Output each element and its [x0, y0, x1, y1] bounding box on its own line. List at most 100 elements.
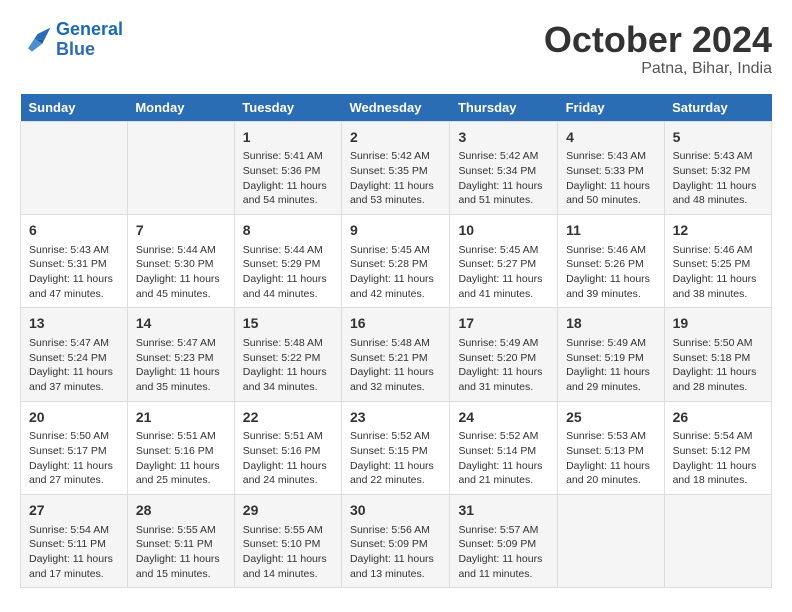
day-number: 29 — [243, 501, 333, 521]
calendar-cell: 24Sunrise: 5:52 AM Sunset: 5:14 PM Dayli… — [450, 401, 558, 494]
page-header: General Blue October 2024 Patna, Bihar, … — [20, 20, 772, 78]
day-info: Sunrise: 5:42 AM Sunset: 5:34 PM Dayligh… — [458, 149, 549, 208]
calendar-cell: 20Sunrise: 5:50 AM Sunset: 5:17 PM Dayli… — [21, 401, 128, 494]
calendar-cell: 1Sunrise: 5:41 AM Sunset: 5:36 PM Daylig… — [234, 121, 341, 214]
day-number: 14 — [136, 314, 226, 334]
weekday-header-thursday: Thursday — [450, 94, 558, 122]
day-number: 26 — [673, 408, 763, 428]
day-number: 5 — [673, 128, 763, 148]
logo: General Blue — [20, 20, 123, 60]
day-number: 18 — [566, 314, 655, 334]
day-number: 4 — [566, 128, 655, 148]
day-info: Sunrise: 5:48 AM Sunset: 5:21 PM Dayligh… — [350, 336, 442, 395]
calendar-cell — [664, 494, 771, 587]
day-info: Sunrise: 5:43 AM Sunset: 5:31 PM Dayligh… — [29, 243, 119, 302]
day-number: 10 — [458, 221, 549, 241]
weekday-header-saturday: Saturday — [664, 94, 771, 122]
month-title: October 2024 — [544, 20, 772, 60]
calendar-cell: 8Sunrise: 5:44 AM Sunset: 5:29 PM Daylig… — [234, 214, 341, 307]
calendar-table: SundayMondayTuesdayWednesdayThursdayFrid… — [20, 94, 772, 589]
calendar-body: 1Sunrise: 5:41 AM Sunset: 5:36 PM Daylig… — [21, 121, 772, 588]
calendar-cell: 6Sunrise: 5:43 AM Sunset: 5:31 PM Daylig… — [21, 214, 128, 307]
day-number: 2 — [350, 128, 442, 148]
day-info: Sunrise: 5:47 AM Sunset: 5:24 PM Dayligh… — [29, 336, 119, 395]
calendar-cell: 15Sunrise: 5:48 AM Sunset: 5:22 PM Dayli… — [234, 308, 341, 401]
day-info: Sunrise: 5:50 AM Sunset: 5:18 PM Dayligh… — [673, 336, 763, 395]
calendar-cell: 26Sunrise: 5:54 AM Sunset: 5:12 PM Dayli… — [664, 401, 771, 494]
calendar-cell: 31Sunrise: 5:57 AM Sunset: 5:09 PM Dayli… — [450, 494, 558, 587]
calendar-cell: 3Sunrise: 5:42 AM Sunset: 5:34 PM Daylig… — [450, 121, 558, 214]
calendar-cell: 25Sunrise: 5:53 AM Sunset: 5:13 PM Dayli… — [558, 401, 664, 494]
day-number: 25 — [566, 408, 655, 428]
day-number: 13 — [29, 314, 119, 334]
weekday-header-row: SundayMondayTuesdayWednesdayThursdayFrid… — [21, 94, 772, 122]
calendar-cell: 18Sunrise: 5:49 AM Sunset: 5:19 PM Dayli… — [558, 308, 664, 401]
day-number: 8 — [243, 221, 333, 241]
calendar-cell: 19Sunrise: 5:50 AM Sunset: 5:18 PM Dayli… — [664, 308, 771, 401]
day-info: Sunrise: 5:54 AM Sunset: 5:12 PM Dayligh… — [673, 429, 763, 488]
day-info: Sunrise: 5:47 AM Sunset: 5:23 PM Dayligh… — [136, 336, 226, 395]
calendar-cell: 21Sunrise: 5:51 AM Sunset: 5:16 PM Dayli… — [127, 401, 234, 494]
day-info: Sunrise: 5:43 AM Sunset: 5:33 PM Dayligh… — [566, 149, 655, 208]
day-info: Sunrise: 5:49 AM Sunset: 5:20 PM Dayligh… — [458, 336, 549, 395]
day-info: Sunrise: 5:51 AM Sunset: 5:16 PM Dayligh… — [136, 429, 226, 488]
day-info: Sunrise: 5:52 AM Sunset: 5:14 PM Dayligh… — [458, 429, 549, 488]
day-number: 21 — [136, 408, 226, 428]
day-number: 1 — [243, 128, 333, 148]
day-number: 22 — [243, 408, 333, 428]
calendar-cell: 22Sunrise: 5:51 AM Sunset: 5:16 PM Dayli… — [234, 401, 341, 494]
calendar-cell: 11Sunrise: 5:46 AM Sunset: 5:26 PM Dayli… — [558, 214, 664, 307]
week-row-1: 1Sunrise: 5:41 AM Sunset: 5:36 PM Daylig… — [21, 121, 772, 214]
day-info: Sunrise: 5:54 AM Sunset: 5:11 PM Dayligh… — [29, 523, 119, 582]
day-info: Sunrise: 5:51 AM Sunset: 5:16 PM Dayligh… — [243, 429, 333, 488]
weekday-header-wednesday: Wednesday — [341, 94, 450, 122]
day-number: 3 — [458, 128, 549, 148]
day-number: 15 — [243, 314, 333, 334]
day-info: Sunrise: 5:43 AM Sunset: 5:32 PM Dayligh… — [673, 149, 763, 208]
logo-blue: Blue — [56, 39, 95, 59]
logo-bird-icon — [20, 26, 52, 54]
day-info: Sunrise: 5:46 AM Sunset: 5:26 PM Dayligh… — [566, 243, 655, 302]
calendar-cell: 7Sunrise: 5:44 AM Sunset: 5:30 PM Daylig… — [127, 214, 234, 307]
day-info: Sunrise: 5:48 AM Sunset: 5:22 PM Dayligh… — [243, 336, 333, 395]
calendar-cell: 13Sunrise: 5:47 AM Sunset: 5:24 PM Dayli… — [21, 308, 128, 401]
calendar-cell: 2Sunrise: 5:42 AM Sunset: 5:35 PM Daylig… — [341, 121, 450, 214]
day-number: 16 — [350, 314, 442, 334]
logo-general: General — [56, 19, 123, 39]
day-info: Sunrise: 5:41 AM Sunset: 5:36 PM Dayligh… — [243, 149, 333, 208]
day-info: Sunrise: 5:45 AM Sunset: 5:27 PM Dayligh… — [458, 243, 549, 302]
day-number: 7 — [136, 221, 226, 241]
day-info: Sunrise: 5:57 AM Sunset: 5:09 PM Dayligh… — [458, 523, 549, 582]
day-number: 30 — [350, 501, 442, 521]
day-info: Sunrise: 5:46 AM Sunset: 5:25 PM Dayligh… — [673, 243, 763, 302]
day-number: 17 — [458, 314, 549, 334]
calendar-cell: 23Sunrise: 5:52 AM Sunset: 5:15 PM Dayli… — [341, 401, 450, 494]
day-number: 27 — [29, 501, 119, 521]
day-number: 19 — [673, 314, 763, 334]
calendar-cell: 9Sunrise: 5:45 AM Sunset: 5:28 PM Daylig… — [341, 214, 450, 307]
calendar-cell: 29Sunrise: 5:55 AM Sunset: 5:10 PM Dayli… — [234, 494, 341, 587]
weekday-header-friday: Friday — [558, 94, 664, 122]
day-number: 31 — [458, 501, 549, 521]
calendar-cell — [558, 494, 664, 587]
calendar-cell: 30Sunrise: 5:56 AM Sunset: 5:09 PM Dayli… — [341, 494, 450, 587]
day-number: 24 — [458, 408, 549, 428]
week-row-3: 13Sunrise: 5:47 AM Sunset: 5:24 PM Dayli… — [21, 308, 772, 401]
day-info: Sunrise: 5:55 AM Sunset: 5:10 PM Dayligh… — [243, 523, 333, 582]
calendar-cell: 27Sunrise: 5:54 AM Sunset: 5:11 PM Dayli… — [21, 494, 128, 587]
day-info: Sunrise: 5:44 AM Sunset: 5:29 PM Dayligh… — [243, 243, 333, 302]
location-subtitle: Patna, Bihar, India — [544, 60, 772, 78]
day-info: Sunrise: 5:49 AM Sunset: 5:19 PM Dayligh… — [566, 336, 655, 395]
calendar-cell — [127, 121, 234, 214]
week-row-5: 27Sunrise: 5:54 AM Sunset: 5:11 PM Dayli… — [21, 494, 772, 587]
calendar-cell: 14Sunrise: 5:47 AM Sunset: 5:23 PM Dayli… — [127, 308, 234, 401]
day-number: 11 — [566, 221, 655, 241]
calendar-cell: 12Sunrise: 5:46 AM Sunset: 5:25 PM Dayli… — [664, 214, 771, 307]
day-number: 9 — [350, 221, 442, 241]
week-row-4: 20Sunrise: 5:50 AM Sunset: 5:17 PM Dayli… — [21, 401, 772, 494]
weekday-header-sunday: Sunday — [21, 94, 128, 122]
week-row-2: 6Sunrise: 5:43 AM Sunset: 5:31 PM Daylig… — [21, 214, 772, 307]
calendar-cell: 17Sunrise: 5:49 AM Sunset: 5:20 PM Dayli… — [450, 308, 558, 401]
calendar-cell — [21, 121, 128, 214]
day-number: 23 — [350, 408, 442, 428]
